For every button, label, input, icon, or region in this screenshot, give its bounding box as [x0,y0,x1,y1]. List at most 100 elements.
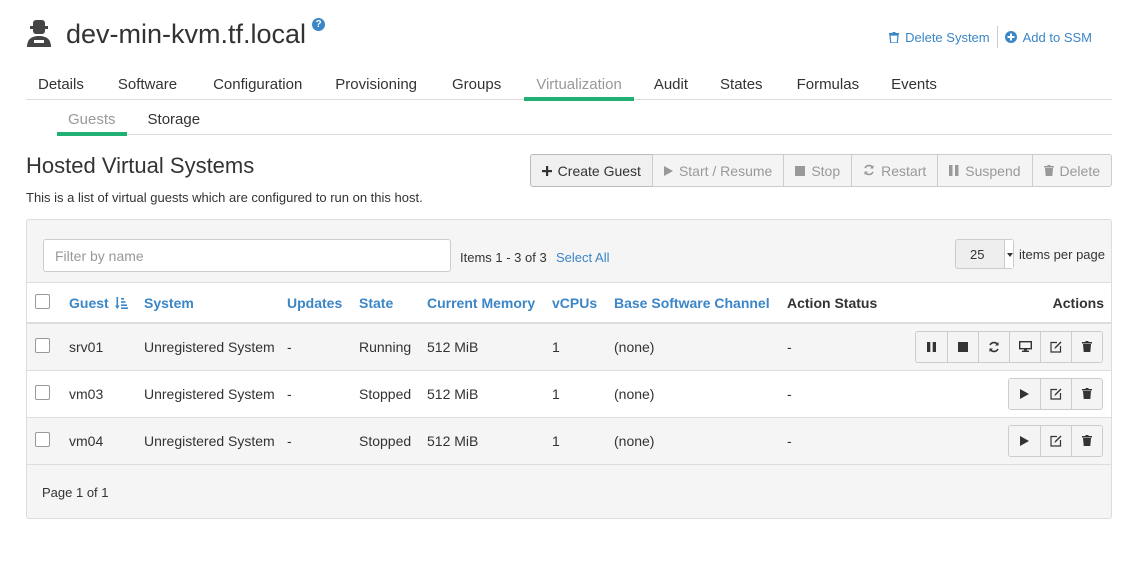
start-guest-button[interactable] [1009,378,1040,409]
tab-states[interactable]: States [708,70,775,100]
stop-guest-button[interactable] [947,331,978,362]
add-to-ssm-link[interactable]: Add to SSM [1004,29,1092,45]
tab-details[interactable]: Details [26,70,96,100]
start-resume-button[interactable]: Start / Resume [651,154,785,187]
stop-button[interactable]: Stop [783,154,853,187]
tab-software[interactable]: Software [106,70,189,100]
filter-input[interactable] [43,239,451,272]
delete-guest-button[interactable] [1071,331,1102,362]
refresh-icon [863,163,875,179]
cell-actions [897,370,1111,418]
delete-guest-button[interactable] [1071,425,1102,456]
tab-formulas[interactable]: Formulas [785,70,872,100]
cell-updates: - [287,417,359,465]
section-title: Hosted Virtual Systems [26,153,255,178]
trash-icon [1082,388,1092,399]
stop-icon [795,163,806,179]
subtab-guests[interactable]: Guests [57,106,127,136]
row-checkbox[interactable] [35,431,50,447]
row-select [27,370,69,418]
row-checkbox[interactable] [35,384,50,400]
trash-icon [889,31,900,43]
delete-button[interactable]: Delete [1031,154,1112,187]
restart-label: Restart [881,162,927,179]
header-action-status-label: Action Status [787,294,878,311]
add-to-ssm-label: Add to SSM [1022,29,1092,45]
cell-channel: (none) [614,323,787,371]
per-page-label: items per page [1019,246,1105,262]
cell-vcpus: 1 [552,323,614,371]
plus-icon [541,163,552,179]
pause-icon [949,163,959,179]
header-memory[interactable]: Current Memory [427,283,552,324]
cell-channel: (none) [614,370,787,418]
per-page-control: 25 items per page [955,239,1105,269]
pause-icon [927,341,936,352]
cell-state: Stopped [359,417,427,465]
tab-virtualization[interactable]: Virtualization [524,70,634,101]
sort-ascending-icon [114,296,128,309]
console-guest-button[interactable] [1009,331,1040,362]
cell-memory: 512 MiB [427,323,552,371]
cell-system: Unregistered System [144,417,287,465]
row-select [27,323,69,371]
cell-vcpus: 1 [552,370,614,418]
tab-configuration[interactable]: Configuration [201,70,314,100]
header-guest[interactable]: Guest [69,283,144,324]
help-icon[interactable]: ? [312,17,326,31]
header-select [27,283,69,324]
tab-events[interactable]: Events [879,70,949,100]
select-all-checkbox[interactable] [35,293,50,309]
delete-label: Delete [1059,162,1100,179]
edit-guest-button[interactable] [1040,331,1071,362]
cell-guest: vm03 [69,370,144,418]
tab-provisioning[interactable]: Provisioning [323,70,429,100]
cell-guest: vm04 [69,417,144,465]
trash-icon [1082,341,1092,353]
header-actions: Actions [897,283,1111,324]
delete-system-link[interactable]: Delete System [889,30,990,45]
stop-icon [958,341,968,352]
header-updates[interactable]: Updates [287,283,359,324]
tab-groups[interactable]: Groups [440,70,513,100]
row-select [27,417,69,465]
cell-updates: - [287,323,359,371]
section-description: This is a list of virtual guests which a… [26,190,423,205]
guests-table: Guest System Updates State Current Memor… [27,283,1111,465]
row-checkbox[interactable] [35,337,50,353]
edit-icon [1050,435,1062,447]
header-vcpus[interactable]: vCPUs [552,283,614,324]
edit-guest-button[interactable] [1040,425,1071,456]
edit-icon [1050,388,1062,400]
select-all-link[interactable]: Select All [556,250,609,265]
restart-button[interactable]: Restart [851,154,939,187]
play-icon [1020,388,1029,399]
page-title: dev-min-kvm.tf.local [66,18,307,49]
suspend-guest-button[interactable] [916,331,947,362]
cell-memory: 512 MiB [427,417,552,465]
start-guest-button[interactable] [1009,425,1040,456]
per-page-select[interactable]: 25 [955,239,1014,269]
main-tabs: Details Software Configuration Provision… [26,70,1112,101]
trash-icon [1043,163,1054,179]
restart-guest-button[interactable] [978,331,1009,362]
edit-guest-button[interactable] [1040,378,1071,409]
divider [996,26,998,48]
delete-guest-button[interactable] [1071,378,1102,409]
row-action-group [1008,377,1103,410]
per-page-value: 25 [970,246,985,262]
stop-label: Stop [811,162,841,179]
table-row: srv01 Unregistered System - Running 512 … [27,323,1111,371]
cell-state: Running [359,323,427,371]
header-state[interactable]: State [359,283,427,324]
header-action-status: Action Status [787,283,897,324]
header-actions: Delete System Add to SSM [889,26,1092,48]
cell-action-status: - [787,370,897,418]
header-system[interactable]: System [144,283,287,324]
create-guest-button[interactable]: Create Guest [529,154,653,187]
suspend-button[interactable]: Suspend [937,154,1033,187]
header-channel[interactable]: Base Software Channel [614,283,787,324]
subtab-storage[interactable]: Storage [137,106,212,135]
tab-audit[interactable]: Audit [642,70,700,100]
header-guest-label: Guest [69,294,109,311]
